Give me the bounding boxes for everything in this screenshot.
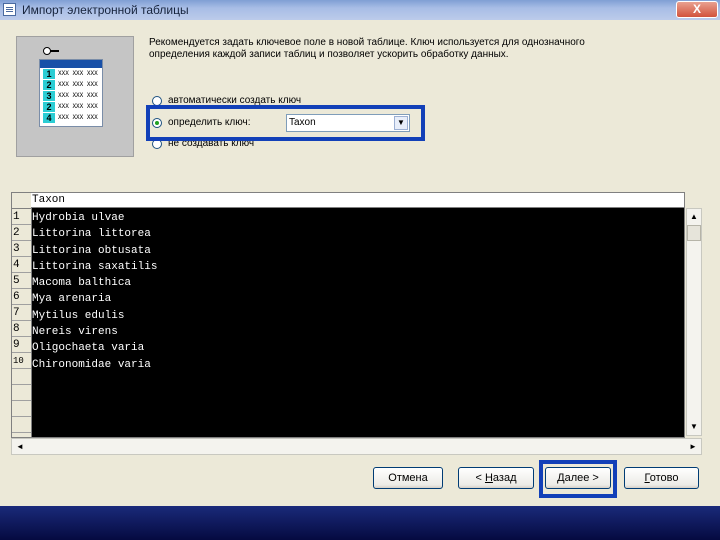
row-number: 1 [12, 209, 31, 225]
row-number: 5 [12, 273, 31, 289]
row-number [12, 385, 31, 401]
illus-row-cells: XXX XXX XXX [58, 70, 98, 77]
illus-row-cells: XXX XXX XXX [58, 81, 98, 88]
row-number: 4 [12, 257, 31, 273]
table-row[interactable]: Hydrobia ulvae [32, 210, 157, 226]
illus-row-cells: XXX XXX XXX [58, 92, 98, 99]
row-number [12, 369, 31, 385]
row-number: 3 [12, 241, 31, 257]
title-bar[interactable]: Импорт электронной таблицы X [0, 0, 720, 20]
scroll-right-icon[interactable]: ► [685, 439, 701, 454]
row-number: 10 [12, 353, 31, 369]
horizontal-scrollbar[interactable]: ◄ ► [11, 438, 702, 455]
table-row[interactable]: Mya arenaria [32, 291, 157, 307]
table-row[interactable]: Oligochaeta varia [32, 340, 157, 356]
table-row[interactable]: Mytilus edulis [32, 308, 157, 324]
back-prefix: < [475, 472, 485, 484]
window-title: Импорт электронной таблицы [22, 3, 189, 17]
row-number: 7 [12, 305, 31, 321]
back-hotkey: Н [484, 472, 493, 484]
illus-row-cells: XXX XXX XXX [58, 103, 98, 110]
key-illustration: 1 XXX XXX XXX 2 XXX XXX XXX 3 XXX XXX XXX 2… [16, 36, 134, 157]
row-number: 8 [12, 321, 31, 337]
row-number: 6 [12, 289, 31, 305]
vertical-scrollbar[interactable]: ▲ ▼ [686, 208, 702, 436]
finish-button[interactable]: Готово [624, 467, 699, 489]
table-row[interactable]: Macoma balthica [32, 275, 157, 291]
data-preview-grid: Taxon 1 2 3 4 5 6 7 8 9 10 Hydrobia ulva… [11, 192, 685, 438]
import-wizard-window: Импорт электронной таблицы X 1 XXX XXX XX… [0, 0, 720, 506]
table-row[interactable]: Littorina obtusata [32, 243, 157, 259]
table-row[interactable]: Chironomidae varia [32, 357, 157, 373]
column-header-taxon[interactable]: Taxon [31, 193, 684, 208]
key-description: Рекомендуется задать ключевое поле в нов… [149, 37, 585, 60]
row-number: 9 [12, 337, 31, 353]
grid-corner [12, 193, 32, 209]
back-rest: азад [492, 472, 517, 484]
illus-row-number: 3 [43, 91, 55, 101]
illus-row-number: 1 [43, 69, 55, 79]
close-button[interactable]: X [676, 1, 718, 18]
spreadsheet-icon [3, 3, 16, 16]
table-row[interactable]: Littorina littorea [32, 226, 157, 242]
back-button[interactable]: < Назад [458, 467, 534, 489]
taskbar [0, 506, 720, 540]
highlight-frame-key [146, 105, 425, 141]
table-row[interactable]: Nereis virens [32, 324, 157, 340]
illus-row-cells: XXX XXX XXX [58, 114, 98, 121]
table-row[interactable]: Littorina saxatilis [32, 259, 157, 275]
illus-row-number: 2 [43, 102, 55, 112]
grid-rows: Hydrobia ulvae Littorina littorea Littor… [32, 210, 157, 373]
cancel-button[interactable]: Отмена [373, 467, 443, 489]
highlight-frame-next [539, 460, 617, 498]
row-number [12, 417, 31, 433]
table-icon: 1 XXX XXX XXX 2 XXX XXX XXX 3 XXX XXX XXX 2… [39, 59, 103, 127]
finish-rest: отово [649, 472, 679, 484]
row-headers: 1 2 3 4 5 6 7 8 9 10 [12, 209, 32, 437]
row-number [12, 401, 31, 417]
illus-row-number: 2 [43, 80, 55, 90]
scroll-thumb[interactable] [687, 225, 701, 241]
illus-row-number: 4 [43, 113, 55, 123]
scroll-down-icon[interactable]: ▼ [687, 419, 701, 435]
key-icon [43, 47, 59, 55]
scroll-left-icon[interactable]: ◄ [12, 439, 28, 454]
row-number: 2 [12, 225, 31, 241]
scroll-up-icon[interactable]: ▲ [687, 209, 701, 225]
